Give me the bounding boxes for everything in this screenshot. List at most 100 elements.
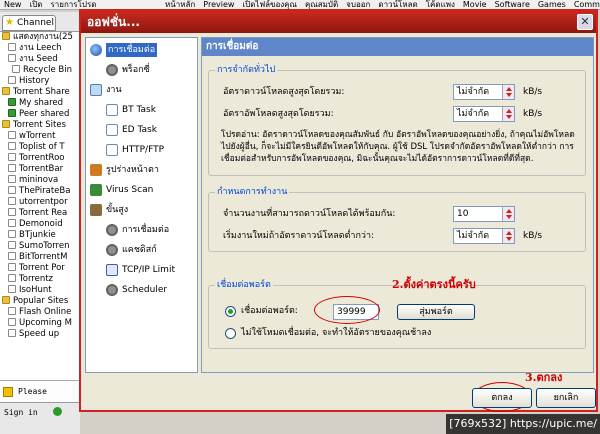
shield-icon (90, 184, 102, 196)
tree-item[interactable]: wTorrent (0, 131, 79, 142)
page-icon (8, 329, 16, 337)
nav-item-label: ขั้นสูง (106, 205, 129, 215)
channel-tab[interactable]: ★ Channel (2, 15, 56, 31)
menu-item[interactable]: Software (495, 0, 530, 9)
tree-item-label: งาน Seed (19, 54, 58, 64)
spinner-arrows-icon[interactable] (502, 107, 514, 121)
tree-item[interactable]: ThePirateBa (0, 186, 79, 197)
close-button[interactable]: ✕ (577, 14, 593, 30)
spinner-arrows-icon[interactable] (502, 207, 514, 221)
tree-item[interactable]: BitTorrentM (0, 252, 79, 263)
concurrent-tasks-spinner[interactable]: 10 (453, 206, 515, 222)
tree-item[interactable]: History (0, 76, 79, 87)
cancel-button[interactable]: ยกเลิก (536, 388, 596, 408)
tree-item[interactable]: TorrentBar (0, 164, 79, 175)
max-download-spinner[interactable]: ไม่จำกัด (453, 84, 515, 100)
menu-item[interactable]: เปิด (29, 0, 42, 9)
speed-limit-group: การจำกัดทั่วไป อัตราดาวน์โหลดสูงสุดโดยรว… (208, 64, 586, 176)
max-upload-spinner[interactable]: ไม่จำกัด (453, 106, 515, 122)
dialog-title-bar[interactable]: ออฟชั่น... ✕ (81, 11, 596, 33)
menu-item[interactable]: Community (574, 0, 600, 9)
nav-item[interactable]: การเชื่อมต่อ (86, 220, 197, 240)
nav-item[interactable]: งาน (86, 80, 197, 100)
step3-annotation: 3.ตกลง (525, 371, 563, 384)
menu-item[interactable]: หน้าหลัก (165, 0, 195, 9)
spinner-arrows-icon[interactable] (502, 85, 514, 99)
nav-item[interactable]: TCP/IP Limit (86, 260, 197, 280)
menu-item[interactable]: ดาวน์โหลด (378, 0, 417, 9)
task-icon (90, 84, 102, 96)
nav-item-label: รูปร่างหน้าตา (106, 165, 159, 175)
tree-item[interactable]: Torrentz (0, 274, 79, 285)
no-listen-label[interactable]: ไม่ใช้โหมดเชื่อมต่อ, จะทำให้อัตรายของคุณ… (241, 326, 431, 340)
tree-item[interactable]: utorrentpor (0, 197, 79, 208)
nav-item[interactable]: ขั้นสูง (86, 200, 197, 220)
tree-item[interactable]: TorrentRoo (0, 153, 79, 164)
menu-item[interactable]: โค้ดแพง (426, 0, 455, 9)
nav-item[interactable]: แคชดิสก์ (86, 240, 197, 260)
ok-button[interactable]: ตกลง (472, 388, 532, 408)
tree-item[interactable]: งาน Seed (0, 54, 79, 65)
page-icon (8, 241, 16, 249)
menu-item[interactable]: จบออก (346, 0, 370, 9)
random-port-button[interactable]: สุ่มพอร์ต (397, 304, 475, 320)
menu-item[interactable]: Preview (203, 0, 234, 9)
tree-item[interactable]: IsoHunt (0, 285, 79, 296)
nav-item[interactable]: Virus Scan (86, 180, 197, 200)
tree-item[interactable]: Recycle Bin (0, 65, 79, 76)
tree-item[interactable]: Peer shared (0, 109, 79, 120)
tree-item[interactable]: Speed up (0, 329, 79, 340)
nav-item[interactable]: การเชื่อมต่อ (86, 40, 197, 60)
tree-item[interactable]: Torrent Por (0, 263, 79, 274)
no-listen-radio[interactable] (225, 328, 236, 339)
menu-item[interactable]: คุณสมบัติ (305, 0, 338, 9)
gear-icon (106, 64, 118, 76)
nav-item[interactable]: ED Task (86, 120, 197, 140)
spinner-arrows-icon[interactable] (502, 229, 514, 243)
port-radio-label[interactable]: เชื่อมต่อพอร์ต: (241, 304, 298, 318)
port-legend: เชื่อมต่อพอร์ต (215, 279, 273, 291)
tree-item[interactable]: My shared (0, 98, 79, 109)
tree-item[interactable]: Flash Online (0, 307, 79, 318)
folder-icon (2, 87, 10, 95)
port-radio[interactable] (225, 306, 236, 317)
tree-item[interactable]: Torrent Share (0, 87, 79, 98)
nav-item-label: แคชดิสก์ (122, 245, 157, 255)
background-sidebar: ★ Channel แสดงทุกงาน(25 งาน Leech งาน Seed… (0, 12, 80, 434)
nav-item[interactable]: HTTP/FTP (86, 140, 197, 160)
tree-item-label: แสดงทุกงาน(25 (13, 32, 73, 42)
tree-item[interactable]: แสดงทุกงาน(25 (0, 32, 79, 43)
tree-item[interactable]: SumoTorren (0, 241, 79, 252)
nav-item[interactable]: Scheduler (86, 280, 197, 300)
max-upload-label: อัตราอัพโหลดสูงสุดโดยรวม: (223, 109, 334, 119)
page-icon (8, 142, 16, 150)
menu-item[interactable]: New (4, 0, 21, 9)
nav-item-label: Scheduler (122, 285, 168, 295)
nav-item[interactable]: BT Task (86, 100, 197, 120)
tree-item-label: Popular Sites (13, 296, 69, 306)
page-icon (8, 208, 16, 216)
gear-icon (106, 224, 118, 236)
sign-in-link[interactable]: Sign in (4, 408, 38, 417)
tree-item[interactable]: Demonoid (0, 219, 79, 230)
watermark: [769x532] https://upic.me/ (446, 414, 600, 434)
tree-item[interactable]: BTjunkie (0, 230, 79, 241)
menu-item[interactable]: Games (538, 0, 566, 9)
nav-item[interactable]: พร็อกซี่ (86, 60, 197, 80)
nav-item[interactable]: รูปร่างหน้าตา (86, 160, 197, 180)
tree-item[interactable]: งาน Leech (0, 43, 79, 54)
menu-item[interactable]: รายการโปรด (50, 0, 96, 9)
tree-item[interactable]: mininova (0, 175, 79, 186)
menu-item[interactable]: Movie (463, 0, 487, 9)
page-icon (106, 124, 118, 136)
menu-item[interactable]: เปิดไฟล์ของคุณ (242, 0, 297, 9)
page-icon (8, 54, 16, 62)
tree-item[interactable]: Torrent Sites (0, 120, 79, 131)
tree-item-label: Torrent Share (13, 87, 70, 97)
tree-item[interactable]: Toplist of T (0, 142, 79, 153)
start-new-task-spinner[interactable]: ไม่จำกัด (453, 228, 515, 244)
tree-item[interactable]: Upcoming M (0, 318, 79, 329)
tree-item[interactable]: Torrent Rea (0, 208, 79, 219)
tree-item-label: SumoTorren (19, 241, 70, 251)
tree-item[interactable]: Popular Sites (0, 296, 79, 307)
